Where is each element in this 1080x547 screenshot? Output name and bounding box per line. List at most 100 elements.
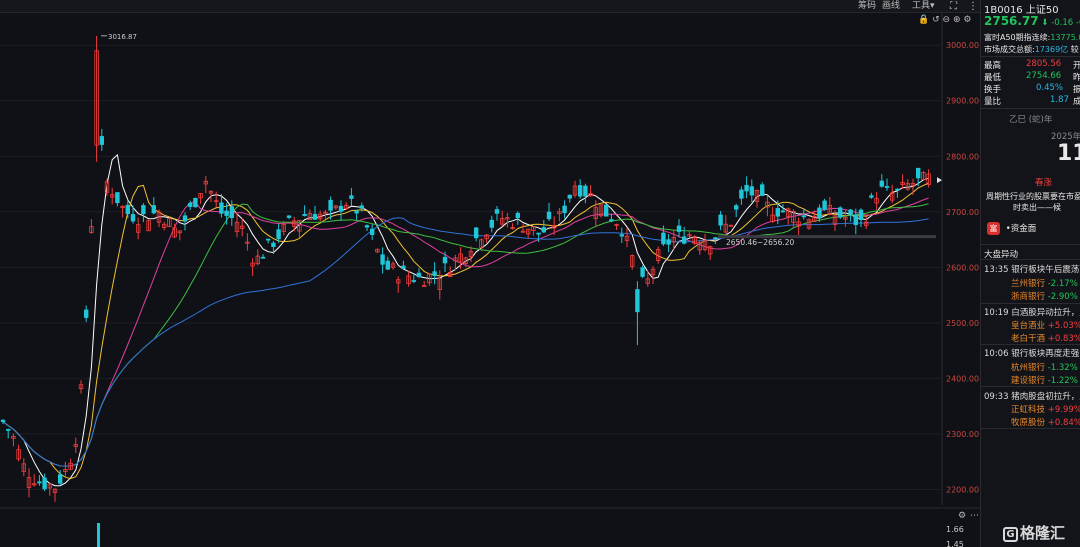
candle-body	[604, 204, 609, 217]
a50-value: 13775.0	[1050, 33, 1080, 42]
chart-toolbar: 筹码 画线 工具▾ ⛶ ⋮	[0, 0, 980, 13]
news-time: 13:35	[984, 265, 1009, 275]
lock-icon[interactable]: 🔒	[918, 15, 929, 25]
candle-body	[895, 188, 900, 191]
calendar-desc-2: 时卖出——候	[1013, 203, 1061, 212]
stat-volume-ratio: 量比 1.87 成	[984, 95, 1080, 107]
candle-body	[338, 205, 344, 212]
stock-name[interactable]: 正虹科技	[1011, 405, 1045, 415]
candle-body	[567, 194, 572, 199]
volume-gear-icon: ⚙	[958, 511, 966, 521]
chart-controls: 🔒 ↺ ⊖ ⊕ ⚙	[918, 15, 971, 25]
price-row: 2756.77 ⬇ -0.16 -0	[984, 14, 1080, 28]
chips-menu[interactable]: 筹码	[858, 0, 876, 13]
candle-body	[536, 232, 541, 235]
candle-body	[739, 189, 744, 199]
high-label: 3016.87	[108, 33, 137, 41]
candle-body	[661, 232, 666, 245]
more-icon[interactable]: ⋮	[968, 0, 978, 13]
stock-pct: -1.32%	[1047, 363, 1078, 373]
stock-name[interactable]: 皇台酒业	[1011, 321, 1045, 331]
candle-body	[349, 195, 354, 199]
news-time: 10:19	[984, 308, 1009, 318]
candle-body	[369, 228, 375, 235]
stock-pct: +9.99%	[1047, 405, 1080, 415]
zoom-out-icon[interactable]: ⊖	[943, 15, 951, 25]
stat-label: 量比	[984, 97, 1002, 107]
candle-body	[635, 289, 640, 313]
undo-icon[interactable]: ↺	[932, 15, 940, 25]
stat-label: 最高	[984, 61, 1002, 71]
stock-name[interactable]: 牧原股份	[1011, 418, 1045, 428]
candle-body	[718, 214, 723, 226]
zoom-in-icon[interactable]: ⊕	[953, 15, 961, 25]
candle-body	[328, 199, 333, 211]
candle-body	[421, 285, 427, 287]
stock-name[interactable]: 杭州银行	[1011, 363, 1045, 373]
candle-body	[359, 205, 364, 209]
stat-label: 换手	[984, 85, 1002, 95]
brand-mark: G	[1003, 527, 1018, 542]
stock-name[interactable]: 建设银行	[1011, 376, 1045, 386]
price-tick-label: 3000.00	[946, 41, 979, 50]
candle-body	[260, 256, 266, 259]
candle-body	[578, 185, 583, 197]
candle-body	[494, 209, 500, 214]
stock-name[interactable]: 浙商银行	[1011, 292, 1045, 302]
candle-body	[37, 481, 42, 484]
turnover-row: 市场成交总额:17369亿 较	[984, 44, 1079, 55]
draw-line-menu[interactable]: 画线	[882, 0, 900, 13]
volume-tick-label: 1.45	[946, 540, 964, 547]
fullscreen-icon[interactable]: ⛶	[950, 0, 957, 13]
candle-body	[99, 136, 104, 145]
candle-body	[432, 271, 437, 276]
candle-body	[312, 213, 318, 220]
candle-body	[619, 234, 624, 237]
candle-body	[713, 237, 718, 240]
news-text: 猪肉股盘初拉升，正邦	[1011, 392, 1080, 402]
candle-body	[271, 242, 276, 248]
candle-body	[130, 214, 136, 222]
candle-body	[473, 227, 479, 239]
capital-link[interactable]: 富 •资金面	[987, 222, 1036, 235]
candle-body	[734, 205, 739, 210]
candle-body	[801, 215, 806, 218]
candle-body	[838, 207, 843, 218]
kline-chart-area[interactable]: 3000.00 2900.00 2800.00 2700.00 2600.00 2500.…	[0, 13, 980, 547]
candle-body	[276, 229, 281, 240]
kline-chart[interactable]: 3000.00 2900.00 2800.00 2700.00 2600.00 2500.…	[0, 13, 980, 547]
candle-body	[562, 205, 567, 214]
candle-body	[749, 186, 754, 196]
quote-panel: 1B0016 上证50 2756.77 ⬇ -0.16 -0 富时A50期指连续…	[980, 0, 1080, 547]
range-label: 2650.46~2656.20	[726, 238, 795, 247]
calendar-day: 11	[1057, 141, 1080, 166]
stat-high: 最高 2805.56 开	[984, 59, 1080, 71]
stat-tail: 振	[1073, 83, 1080, 95]
down-arrow-icon: ⬇	[1041, 18, 1049, 28]
candle-body	[0, 419, 6, 422]
candle-body	[302, 213, 307, 216]
stock-name[interactable]: 老白干酒	[1011, 334, 1045, 344]
ma60-line	[2, 217, 929, 467]
candle-body	[583, 185, 588, 197]
candle-body	[42, 477, 47, 490]
candle-body	[609, 219, 614, 222]
stock-name[interactable]: 兰州银行	[1011, 279, 1045, 289]
candle-body	[879, 180, 884, 187]
stat-tail: 开	[1073, 59, 1080, 71]
stat-value: 0.45%	[1036, 83, 1064, 93]
volume-more-icon: ⋯	[970, 511, 979, 521]
candle-body	[401, 265, 406, 269]
gear-icon[interactable]: ⚙	[963, 15, 971, 25]
stat-value: 1.87	[1050, 95, 1069, 105]
stat-tail: 成	[1073, 95, 1080, 107]
candle-body	[775, 208, 780, 217]
price-tick-label: 2500.00	[946, 319, 979, 328]
tools-menu[interactable]: 工具▾	[912, 0, 935, 13]
ganzhi-year: 乙巳 (蛇)年	[1009, 115, 1053, 125]
price-tick-label: 2200.00	[946, 485, 979, 494]
candle-body	[853, 214, 858, 226]
price-tick-label: 2600.00	[946, 263, 979, 272]
candle-body	[411, 280, 416, 282]
candle-body	[682, 236, 687, 244]
